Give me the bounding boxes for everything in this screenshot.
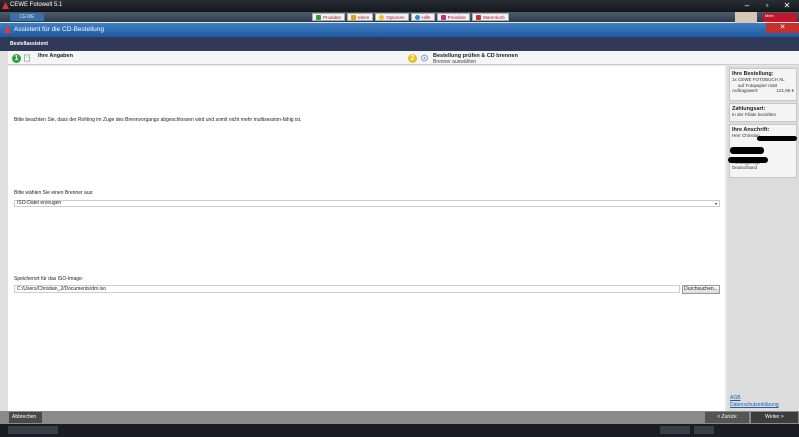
user-menu[interactable]: Mein: [763, 13, 797, 22]
gear-icon: [379, 14, 385, 20]
burner-label: Bitte wählen Sie einen Brenner aus:: [14, 190, 94, 196]
menu-item-label: Preisliste: [447, 14, 466, 20]
wizard-header: Bestellassistent: [0, 37, 799, 51]
footer-bar: [0, 411, 799, 424]
dialog-logo-icon: [4, 26, 11, 33]
order-value: 121,95 €: [776, 88, 794, 93]
taskbar-item[interactable]: [694, 426, 714, 434]
order-value-row: Auftragswert: 121,95 €: [732, 88, 794, 93]
left-strip: [0, 51, 8, 411]
menu-item-label: Hilfe: [421, 14, 431, 20]
steps-bar: 1 Ihre Angaben 2 Bestellung prüfen & CD …: [0, 51, 799, 65]
burner-select-value: ISO-Datei erzeugen: [17, 200, 62, 206]
redaction-mark: [728, 157, 768, 163]
menu-item-label: Ideen: [358, 14, 370, 20]
avatar: [735, 12, 757, 23]
menu-item-warenkorb[interactable]: Warenkorb: [471, 13, 509, 21]
brand-logo: CEWE FOTOWELT: [10, 13, 44, 28]
menu-item-hilfe[interactable]: Hilfe: [410, 13, 435, 21]
help-icon: [414, 14, 420, 20]
location-label: Speicherort für das ISO-Image:: [14, 276, 84, 282]
order-item: 1x CEWE FOTOBUCH XL: [732, 77, 785, 82]
taskbar-item[interactable]: [660, 426, 690, 434]
burner-select[interactable]: ISO-Datei erzeugen ▾: [14, 200, 720, 207]
dialog-title: Assistent für die CD-Bestellung: [14, 26, 104, 33]
order-value-label: Auftragswert:: [732, 88, 759, 93]
pricelist-icon: [440, 14, 446, 20]
dialog-titlebar: Assistent für die CD-Bestellung: [0, 23, 799, 37]
back-button[interactable]: < Zurück: [705, 412, 749, 423]
menu-links: Produkte Ideen Optionen Hilfe Preisliste…: [312, 13, 509, 21]
edit-icon: [24, 54, 31, 62]
app-logo-icon: [2, 2, 9, 9]
folder-icon: [351, 14, 357, 20]
browse-button[interactable]: Durchsuchen...: [682, 285, 720, 294]
step-1-label[interactable]: Ihre Angaben: [38, 53, 73, 59]
step-2-badge: 2: [408, 54, 417, 63]
wizard-title: Bestellassistent: [10, 41, 49, 47]
taskbar-item[interactable]: [8, 426, 58, 434]
close-icon[interactable]: ✕: [777, 0, 797, 12]
dialog-close-button[interactable]: ✕: [766, 23, 799, 33]
order-card: Ihre Bestellung: 1x CEWE FOTOBUCH XL auf…: [729, 68, 797, 101]
menu-item-ideen[interactable]: Ideen: [347, 13, 374, 21]
chevron-down-icon: ▾: [714, 201, 717, 206]
menu-item-produkte[interactable]: Produkte: [312, 13, 346, 21]
step-1-badge: 1: [12, 54, 21, 63]
location-input[interactable]: C:/Users/Christian_2/Documents/dm.iso: [14, 285, 680, 293]
order-sidebar: Ihre Bestellung: 1x CEWE FOTOBUCH XL auf…: [727, 66, 799, 411]
menu-item-optionen[interactable]: Optionen: [375, 13, 409, 21]
address-country: Deutschland: [732, 165, 758, 170]
redaction-mark: [757, 136, 797, 141]
app-title: CEWE Fotowelt 5.1: [10, 2, 63, 8]
minimize-icon[interactable]: –: [737, 0, 757, 12]
multisession-notice: Bitte beachten Sie, dass der Rohling im …: [14, 117, 302, 123]
menu-item-label: Optionen: [386, 14, 405, 20]
menu-item-label: Produkte: [323, 14, 342, 20]
menu-item-preisliste[interactable]: Preisliste: [436, 13, 470, 21]
maximize-icon[interactable]: ▫: [757, 0, 777, 12]
redaction-mark: [730, 147, 764, 154]
menu-item-label: Warenkorb: [482, 14, 505, 20]
cart-icon: [475, 14, 481, 20]
cancel-button[interactable]: Abbrechen: [9, 412, 42, 423]
cd-icon: [421, 54, 428, 62]
app-titlebar: CEWE Fotowelt 5.1 – ▫ ✕: [0, 0, 799, 12]
taskbar: [0, 424, 799, 437]
next-button[interactable]: Weiter >: [751, 412, 798, 423]
agb-link[interactable]: AGB: [730, 395, 741, 401]
menubar: CEWE FOTOWELT Produkte Ideen Optionen Hi…: [0, 12, 799, 28]
payment-card: Zahlungsart: In der Filiale bezahlen: [729, 103, 797, 122]
privacy-link[interactable]: Datenschutzerklärung: [730, 402, 779, 408]
produkte-icon: [316, 14, 321, 20]
payment-value: In der Filiale bezahlen: [732, 112, 777, 117]
step-2-sublabel: Brenner auswählen: [433, 59, 477, 65]
user-area: Mein: [735, 12, 799, 23]
